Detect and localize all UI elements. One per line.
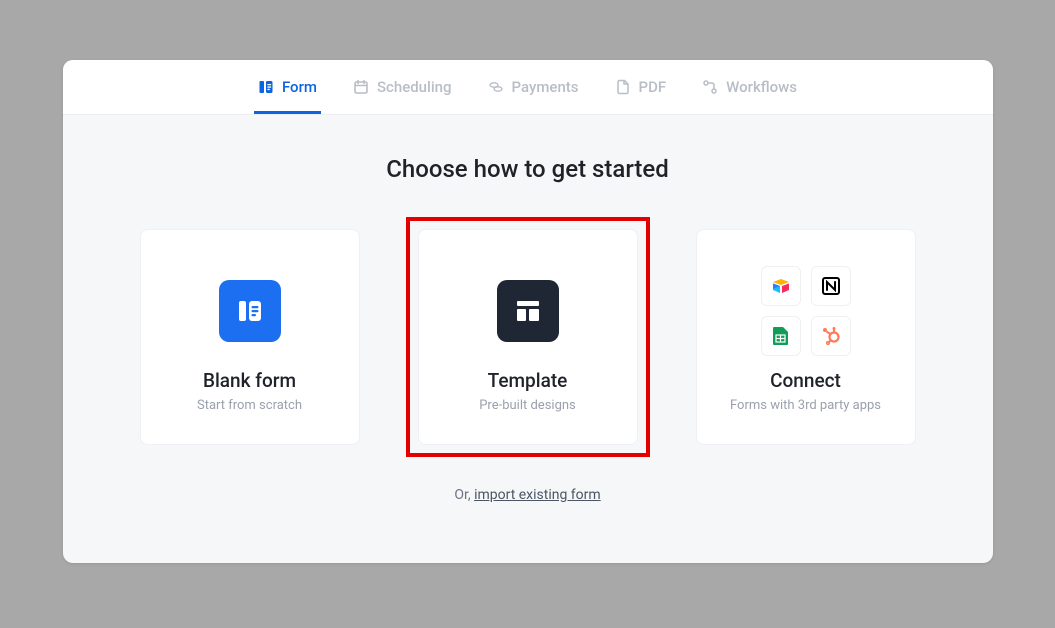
content-area: Choose how to get started — [63, 115, 993, 563]
tab-label: Workflows — [726, 78, 797, 96]
card-subtitle: Pre-built designs — [479, 398, 576, 413]
card-wrap-blank: Blank form Start from scratch — [128, 217, 372, 457]
page-title: Choose how to get started — [113, 155, 943, 183]
card-blank-form[interactable]: Blank form Start from scratch — [140, 229, 360, 445]
tab-workflows[interactable]: Workflows — [698, 60, 801, 114]
template-icon — [497, 280, 559, 342]
card-title: Blank form — [203, 369, 296, 392]
calendar-icon — [353, 79, 369, 95]
workflows-icon — [702, 79, 718, 95]
blank-form-icon — [219, 280, 281, 342]
card-icon-zone — [219, 261, 281, 361]
pdf-icon — [615, 79, 631, 95]
card-icon-zone — [761, 261, 851, 361]
card-title: Connect — [770, 369, 841, 392]
tab-pdf[interactable]: PDF — [611, 60, 671, 114]
form-icon — [258, 79, 274, 95]
tab-payments[interactable]: Payments — [484, 60, 583, 114]
import-row: Or, import existing form — [113, 487, 943, 503]
connect-icon-grid — [761, 266, 851, 356]
payments-icon — [488, 79, 504, 95]
tab-label: PDF — [639, 78, 667, 96]
airtable-icon — [761, 266, 801, 306]
tab-label: Scheduling — [377, 78, 452, 96]
starter-cards: Blank form Start from scratch — [113, 217, 943, 457]
create-form-modal: Form Scheduling Payments PDF — [63, 60, 993, 563]
card-subtitle: Forms with 3rd party apps — [730, 398, 881, 413]
import-prefix: Or, — [454, 487, 474, 503]
import-existing-link[interactable]: import existing form — [474, 487, 601, 503]
card-icon-zone — [497, 261, 559, 361]
tab-label: Payments — [512, 78, 579, 96]
tab-label: Form — [282, 78, 317, 96]
card-template[interactable]: Template Pre-built designs — [418, 229, 638, 445]
card-title: Template — [488, 369, 568, 392]
card-wrap-connect: Connect Forms with 3rd party apps — [684, 217, 928, 457]
notion-icon — [811, 266, 851, 306]
google-sheets-icon — [761, 316, 801, 356]
tab-form[interactable]: Form — [254, 60, 321, 114]
card-subtitle: Start from scratch — [197, 398, 302, 413]
card-connect[interactable]: Connect Forms with 3rd party apps — [696, 229, 916, 445]
tabs-bar: Form Scheduling Payments PDF — [63, 60, 993, 115]
hubspot-icon — [811, 316, 851, 356]
tab-scheduling[interactable]: Scheduling — [349, 60, 456, 114]
card-wrap-template: Template Pre-built designs — [406, 217, 650, 457]
